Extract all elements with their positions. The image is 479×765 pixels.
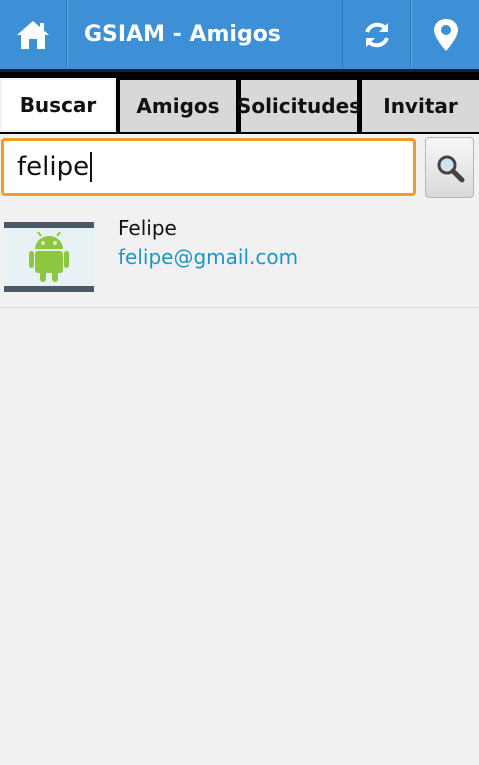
tab-buscar[interactable]: Buscar [0,78,116,132]
page-title: GSIAM - Amigos [67,0,342,69]
search-button[interactable] [425,137,474,198]
refresh-icon [364,22,389,47]
tab-invitar[interactable]: Invitar [362,80,479,132]
search-icon [437,155,464,182]
android-icon [29,231,69,282]
text-cursor [90,152,93,182]
location-button[interactable] [411,0,479,69]
tab-bar: Buscar Amigos Solicitudes Invitar [0,72,479,134]
friend-name: Felipe [118,216,177,240]
location-pin-icon [433,18,458,51]
avatar [4,222,94,292]
friend-email[interactable]: felipe@gmail.com [118,245,298,269]
tab-solicitudes[interactable]: Solicitudes [237,80,361,132]
search-input[interactable]: felipe [1,138,416,196]
home-button[interactable] [0,0,67,69]
refresh-button[interactable] [342,0,411,69]
search-input-value: felipe [17,152,90,182]
home-icon [17,20,49,49]
action-bar: GSIAM - Amigos [0,0,479,72]
list-item[interactable]: Felipe felipe@gmail.com [0,208,479,308]
tab-amigos[interactable]: Amigos [120,80,236,132]
